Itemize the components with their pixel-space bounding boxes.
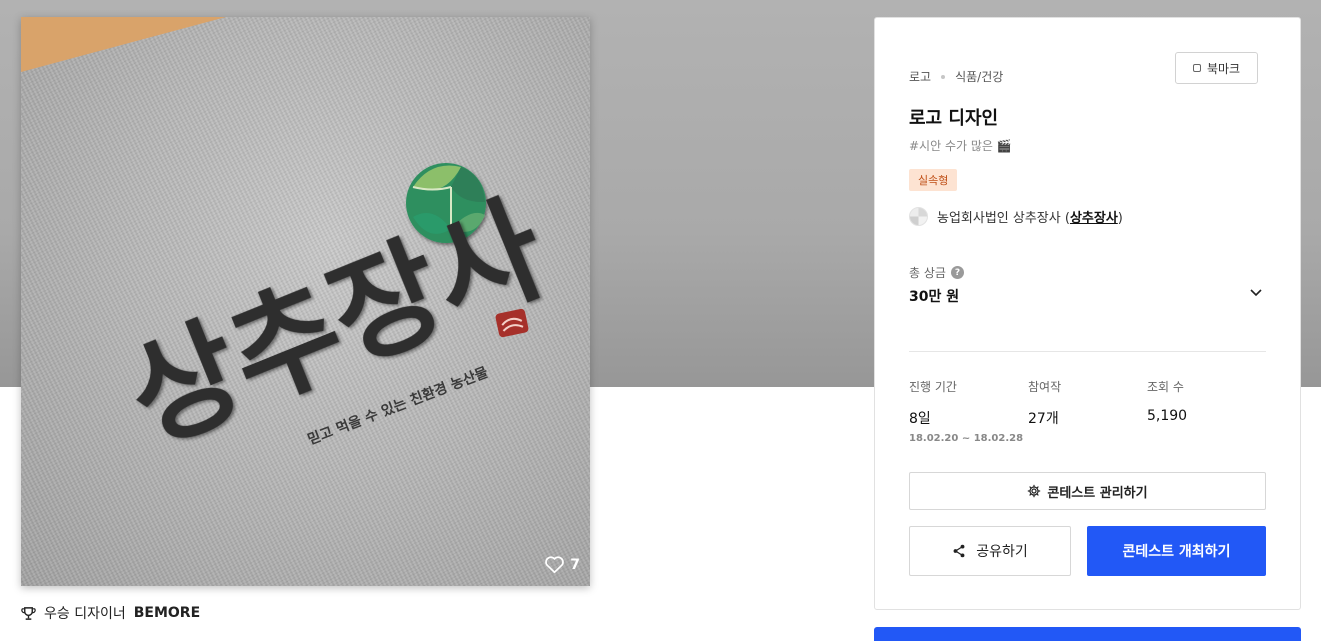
stat-value: 27개 — [1028, 411, 1059, 427]
stat-value: 8일 — [909, 411, 931, 427]
stat-value: 5,190 — [1147, 408, 1188, 424]
host-avatar — [909, 207, 928, 226]
contest-type-badge: 실속형 — [909, 169, 958, 191]
stat-views: 조회 수 5,190 — [1147, 378, 1187, 424]
stat-duration: 진행 기간 8일 18.02.20 ~ 18.02.28 — [909, 378, 1023, 444]
winner-prefix: 우승 디자이너 — [44, 606, 126, 622]
prize-label: 총 상금 ? — [909, 264, 964, 281]
stat-label: 참여작 — [1028, 380, 1062, 394]
like-count: 7 — [570, 556, 580, 573]
host-profile-link[interactable]: 상추장사 — [1070, 211, 1118, 226]
bookmark-button[interactable]: 북마크 — [1175, 52, 1258, 84]
wood-corner — [21, 17, 226, 72]
stat-label: 진행 기간 — [909, 380, 957, 394]
contest-title: 로고 디자인 — [909, 108, 999, 129]
manage-contest-label: 콘테스트 관리하기 — [1047, 485, 1148, 501]
stat-label: 조회 수 — [1147, 380, 1184, 394]
bookmark-label: 북마크 — [1206, 61, 1241, 76]
share-label: 공유하기 — [976, 544, 1028, 560]
breadcrumb-category[interactable]: 로고 — [909, 68, 931, 85]
contest-info-card: 로고 식품/건강 북마크 로고 디자인 #시안 수가 많은 🎬 실속형 농업회사… — [874, 17, 1301, 610]
stat-entries: 참여작 27개 — [1028, 378, 1061, 428]
help-icon[interactable]: ? — [950, 266, 964, 279]
like-button[interactable]: 7 — [544, 555, 580, 574]
logo-mockup-illustration: 상추장사 믿고 먹을 수 있는 친환경 농산물 — [21, 17, 564, 469]
share-icon — [953, 544, 965, 558]
winner-name[interactable]: BEMORE — [134, 605, 200, 621]
manage-contest-button[interactable]: 콘테스트 관리하기 — [909, 472, 1266, 510]
divider — [909, 351, 1266, 352]
stat-date-range: 18.02.20 ~ 18.02.28 — [909, 433, 1024, 444]
gear-icon — [1028, 484, 1041, 498]
contest-artwork[interactable]: 상추장사 믿고 먹을 수 있는 친환경 농산물 7 — [21, 17, 590, 586]
contest-tagline: #시안 수가 많은 🎬 — [909, 139, 1012, 153]
chevron-down-icon[interactable] — [1248, 284, 1264, 300]
bottom-action-bar[interactable] — [874, 627, 1301, 641]
winner-designer: 우승 디자이너 BEMORE — [21, 603, 200, 623]
heart-icon — [545, 556, 565, 574]
prize-label-text: 총 상금 — [909, 266, 946, 280]
prize-value: 30만 원 — [909, 289, 960, 305]
breadcrumb: 로고 식품/건강 — [909, 68, 1003, 85]
host-contest-button[interactable]: 콘테스트 개최하기 — [1087, 526, 1266, 576]
host-name-suffix: ) — [1117, 211, 1123, 226]
trophy-icon — [21, 606, 36, 620]
breadcrumb-separator — [941, 74, 946, 79]
breadcrumb-subcategory[interactable]: 식품/건강 — [955, 68, 1003, 85]
bookmark-icon — [1192, 64, 1201, 72]
host-name: 농업회사법인 상추장사 ( — [937, 211, 1070, 226]
host-info: 농업회사법인 상추장사 (상추장사) — [909, 207, 1123, 226]
share-button[interactable]: 공유하기 — [909, 526, 1071, 576]
